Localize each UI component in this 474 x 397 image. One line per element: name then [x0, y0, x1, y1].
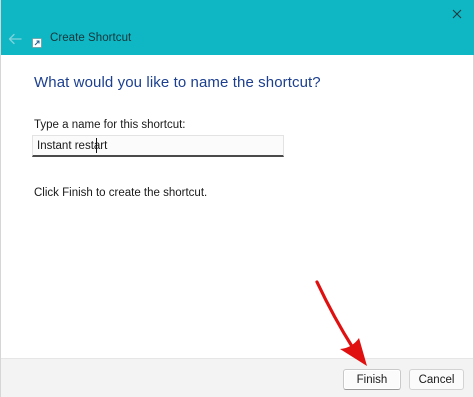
create-shortcut-window: Create Shortcut What would you like to n… — [0, 0, 474, 397]
text-caret — [96, 138, 97, 153]
back-arrow-icon — [8, 33, 22, 45]
close-button[interactable] — [439, 0, 474, 28]
button-bar — [1, 358, 473, 397]
back-button[interactable] — [3, 27, 27, 51]
close-icon — [452, 9, 462, 19]
finish-instruction: Click Finish to create the shortcut. — [34, 187, 208, 199]
shortcut-icon — [32, 38, 42, 48]
finish-button[interactable]: Finish — [343, 369, 401, 390]
shortcut-name-input[interactable] — [32, 135, 284, 157]
shortcut-name-label: Type a name for this shortcut: — [34, 119, 186, 131]
cancel-button[interactable]: Cancel — [409, 369, 464, 390]
page-heading: What would you like to name the shortcut… — [34, 74, 321, 91]
title-bar: Create Shortcut — [1, 0, 474, 55]
window-title: Create Shortcut — [50, 32, 132, 44]
